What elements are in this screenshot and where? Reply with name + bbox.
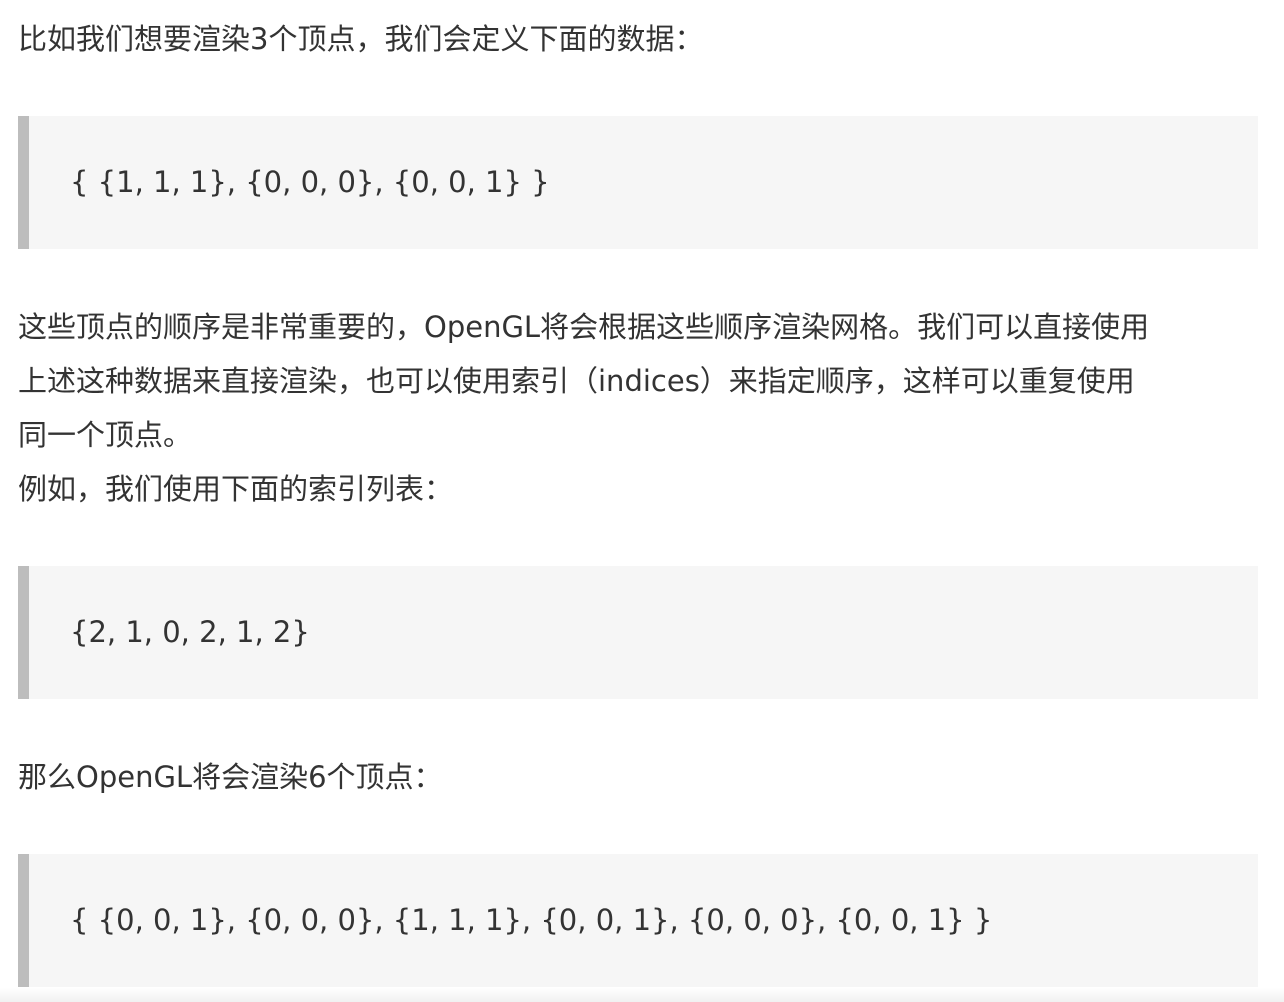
- result-code-text: { {0, 0, 1}, {0, 0, 0}, {1, 1, 1}, {0, 0…: [70, 903, 993, 937]
- order-paragraph-line-3: 同一个顶点。: [18, 418, 193, 452]
- order-paragraph-line-4: 例如，我们使用下面的索引列表：: [18, 472, 454, 506]
- intro-paragraph: 比如我们想要渲染3个顶点，我们会定义下面的数据：: [18, 22, 704, 56]
- result-intro-paragraph: 那么OpenGL将会渲染6个顶点：: [18, 760, 443, 794]
- bottom-edge: [0, 988, 1284, 1002]
- result-code-block: { {0, 0, 1}, {0, 0, 0}, {1, 1, 1}, {0, 0…: [18, 854, 1258, 987]
- indices-code-text: {2, 1, 0, 2, 1, 2}: [70, 615, 310, 649]
- order-paragraph-line-2: 上述这种数据来直接渲染，也可以使用索引（indices）来指定顺序，这样可以重复…: [18, 364, 1135, 398]
- order-paragraph-line-1: 这些顶点的顺序是非常重要的，OpenGL将会根据这些顺序渲染网格。我们可以直接使…: [18, 310, 1150, 344]
- vertices-code-block: { {1, 1, 1}, {0, 0, 0}, {0, 0, 1} }: [18, 116, 1258, 249]
- vertices-code-text: { {1, 1, 1}, {0, 0, 0}, {0, 0, 1} }: [70, 165, 550, 199]
- indices-code-block: {2, 1, 0, 2, 1, 2}: [18, 566, 1258, 699]
